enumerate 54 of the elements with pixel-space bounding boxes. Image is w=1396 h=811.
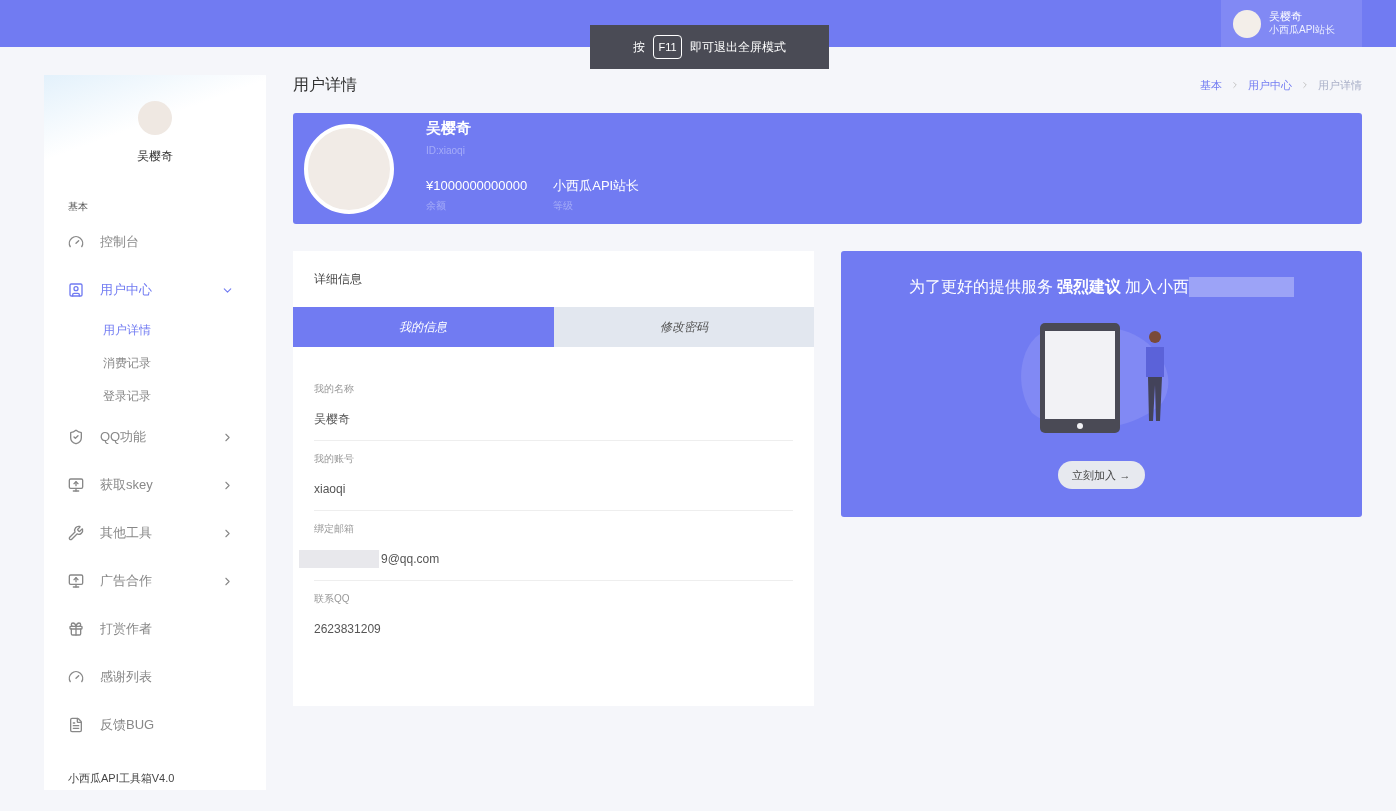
sidebar-item[interactable]: QQ功能 bbox=[44, 413, 266, 461]
tab[interactable]: 修改密码 bbox=[553, 307, 814, 347]
stat-value: ¥1000000000000 bbox=[426, 176, 528, 195]
toast-text: 即可退出全屏模式 bbox=[689, 39, 786, 56]
gauge-icon bbox=[68, 234, 84, 250]
shield-icon bbox=[68, 429, 84, 445]
monitor-icon bbox=[68, 477, 84, 493]
sidebar-item[interactable]: 广告合作 bbox=[44, 557, 266, 605]
user-menu[interactable]: 吴樱奇 小西瓜API站长 bbox=[1221, 0, 1362, 47]
field-label: 我的名称 bbox=[314, 382, 355, 396]
user-role: 小西瓜API站长 bbox=[1269, 24, 1336, 37]
breadcrumb-link[interactable]: 基本 bbox=[1200, 76, 1222, 94]
breadcrumb-link[interactable]: 用户中心 bbox=[1248, 76, 1292, 94]
section-label: 基本 bbox=[67, 200, 89, 214]
join-button[interactable]: 立刻加入 → bbox=[1058, 461, 1145, 489]
promo-headline: 为了更好的提供服务 强烈建议 加入小西 bbox=[908, 277, 1190, 297]
sidebar-item[interactable]: 反馈BUG bbox=[44, 701, 266, 749]
field-value: 吴樱奇 bbox=[314, 411, 350, 428]
avatar bbox=[1233, 9, 1261, 38]
tool-icon bbox=[68, 525, 84, 541]
tab[interactable]: 我的信息 bbox=[293, 307, 554, 347]
sidebar-item[interactable]: 获取skey bbox=[44, 461, 266, 509]
sidebar-item[interactable]: 感谢列表 bbox=[44, 653, 266, 701]
key-label: F11 bbox=[653, 34, 682, 60]
user-name: 吴樱奇 bbox=[137, 148, 173, 165]
submenu-item[interactable]: 消费记录 bbox=[44, 347, 266, 380]
submenu-item[interactable]: 登录记录 bbox=[44, 380, 266, 413]
breadcrumb-link[interactable]: 用户详情 bbox=[1318, 76, 1362, 94]
profile-name: 吴樱奇 bbox=[426, 118, 472, 138]
avatar bbox=[138, 101, 172, 135]
field-label: 联系QQ bbox=[314, 592, 351, 606]
stat-value: 小西瓜API站长 bbox=[553, 176, 640, 195]
sidebar-item[interactable]: 打赏作者 bbox=[44, 605, 266, 653]
field-value: 9@qq.com bbox=[381, 551, 440, 568]
chevron-right-icon bbox=[1300, 80, 1310, 90]
field-label: 绑定邮箱 bbox=[314, 522, 355, 536]
field-value: 2623831209 bbox=[314, 621, 381, 638]
file-icon bbox=[68, 717, 84, 733]
submenu-item[interactable]: 用户详情 bbox=[44, 314, 266, 347]
field-label: 我的账号 bbox=[314, 452, 355, 466]
page-title: 用户详情 bbox=[293, 75, 357, 95]
sidebar-item[interactable]: 用户中心 bbox=[44, 266, 266, 314]
sidebar-item[interactable]: 控制台 bbox=[44, 218, 266, 266]
field-value: xiaoqi bbox=[314, 481, 346, 498]
version-label: 小西瓜API工具箱V4.0 bbox=[67, 770, 176, 786]
user-icon bbox=[68, 282, 84, 298]
toast-text: 按 bbox=[633, 39, 646, 56]
gift-icon bbox=[68, 621, 84, 637]
gauge-icon bbox=[68, 669, 84, 685]
card-title: 详细信息 bbox=[313, 271, 363, 288]
sidebar-item[interactable]: 其他工具 bbox=[44, 509, 266, 557]
user-name: 吴樱奇 bbox=[1269, 10, 1303, 24]
monitor-icon bbox=[68, 573, 84, 589]
chevron-right-icon bbox=[1230, 80, 1240, 90]
